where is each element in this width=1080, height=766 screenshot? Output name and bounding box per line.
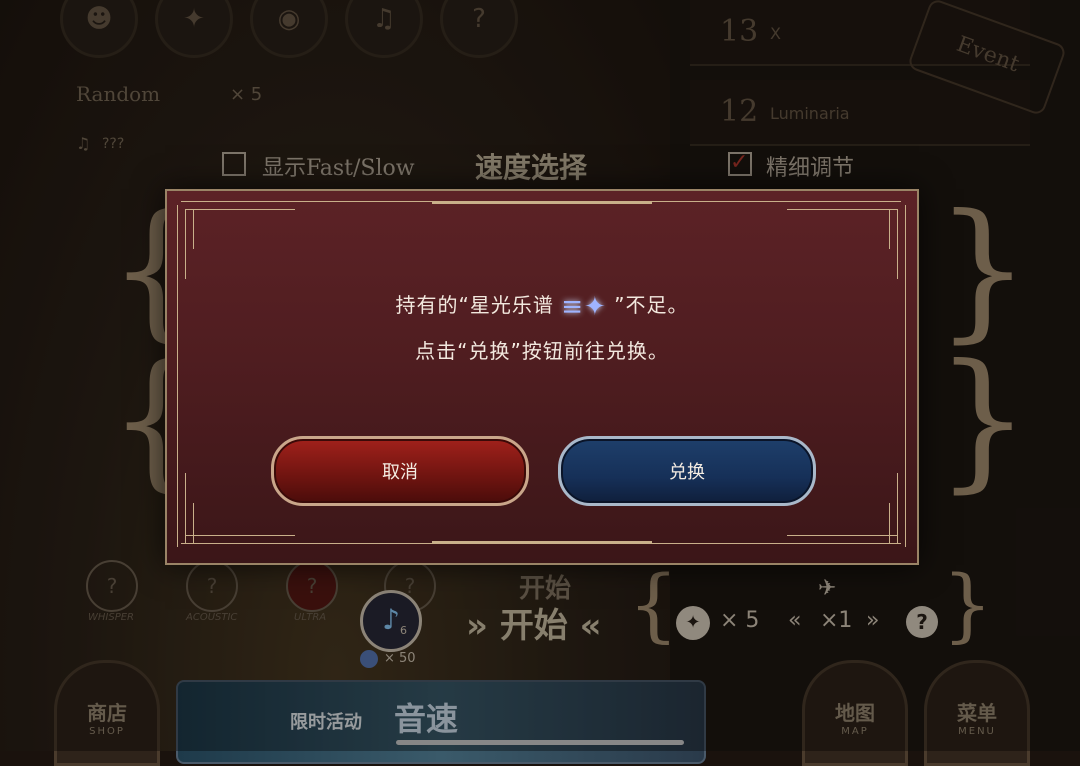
frame-line xyxy=(432,541,652,544)
message-line-1-suffix: ”不足。 xyxy=(614,293,689,317)
exchange-button[interactable]: 兑换 xyxy=(558,436,816,506)
starlight-score-icon: ≡✦ xyxy=(561,292,607,322)
message-line-1: 持有的“星光乐谱 ≡✦ ”不足。 xyxy=(167,283,917,329)
frame-line xyxy=(889,503,890,543)
message-line-1-prefix: 持有的“星光乐谱 xyxy=(395,293,554,317)
insufficient-items-dialog: 持有的“星光乐谱 ≡✦ ”不足。 点击“兑换”按钮前往兑换。 取消 兑换 xyxy=(165,189,919,565)
frame-line xyxy=(185,473,186,543)
frame-line xyxy=(193,503,194,543)
frame-line xyxy=(432,201,652,204)
frame-line xyxy=(177,205,178,547)
frame-line xyxy=(905,205,906,547)
frame-line xyxy=(185,209,186,279)
frame-line xyxy=(193,209,194,249)
frame-line xyxy=(787,535,897,536)
message-line-2: 点击“兑换”按钮前往兑换。 xyxy=(415,339,669,363)
cancel-button[interactable]: 取消 xyxy=(271,436,529,506)
cancel-label: 取消 xyxy=(382,462,418,483)
frame-line xyxy=(897,473,898,543)
frame-line xyxy=(787,209,897,210)
frame-line xyxy=(889,209,890,249)
dialog-message: 持有的“星光乐谱 ≡✦ ”不足。 点击“兑换”按钮前往兑换。 xyxy=(167,283,917,373)
frame-line xyxy=(897,209,898,279)
frame-line xyxy=(185,209,295,210)
frame-line xyxy=(185,535,295,536)
exchange-label: 兑换 xyxy=(669,462,705,483)
